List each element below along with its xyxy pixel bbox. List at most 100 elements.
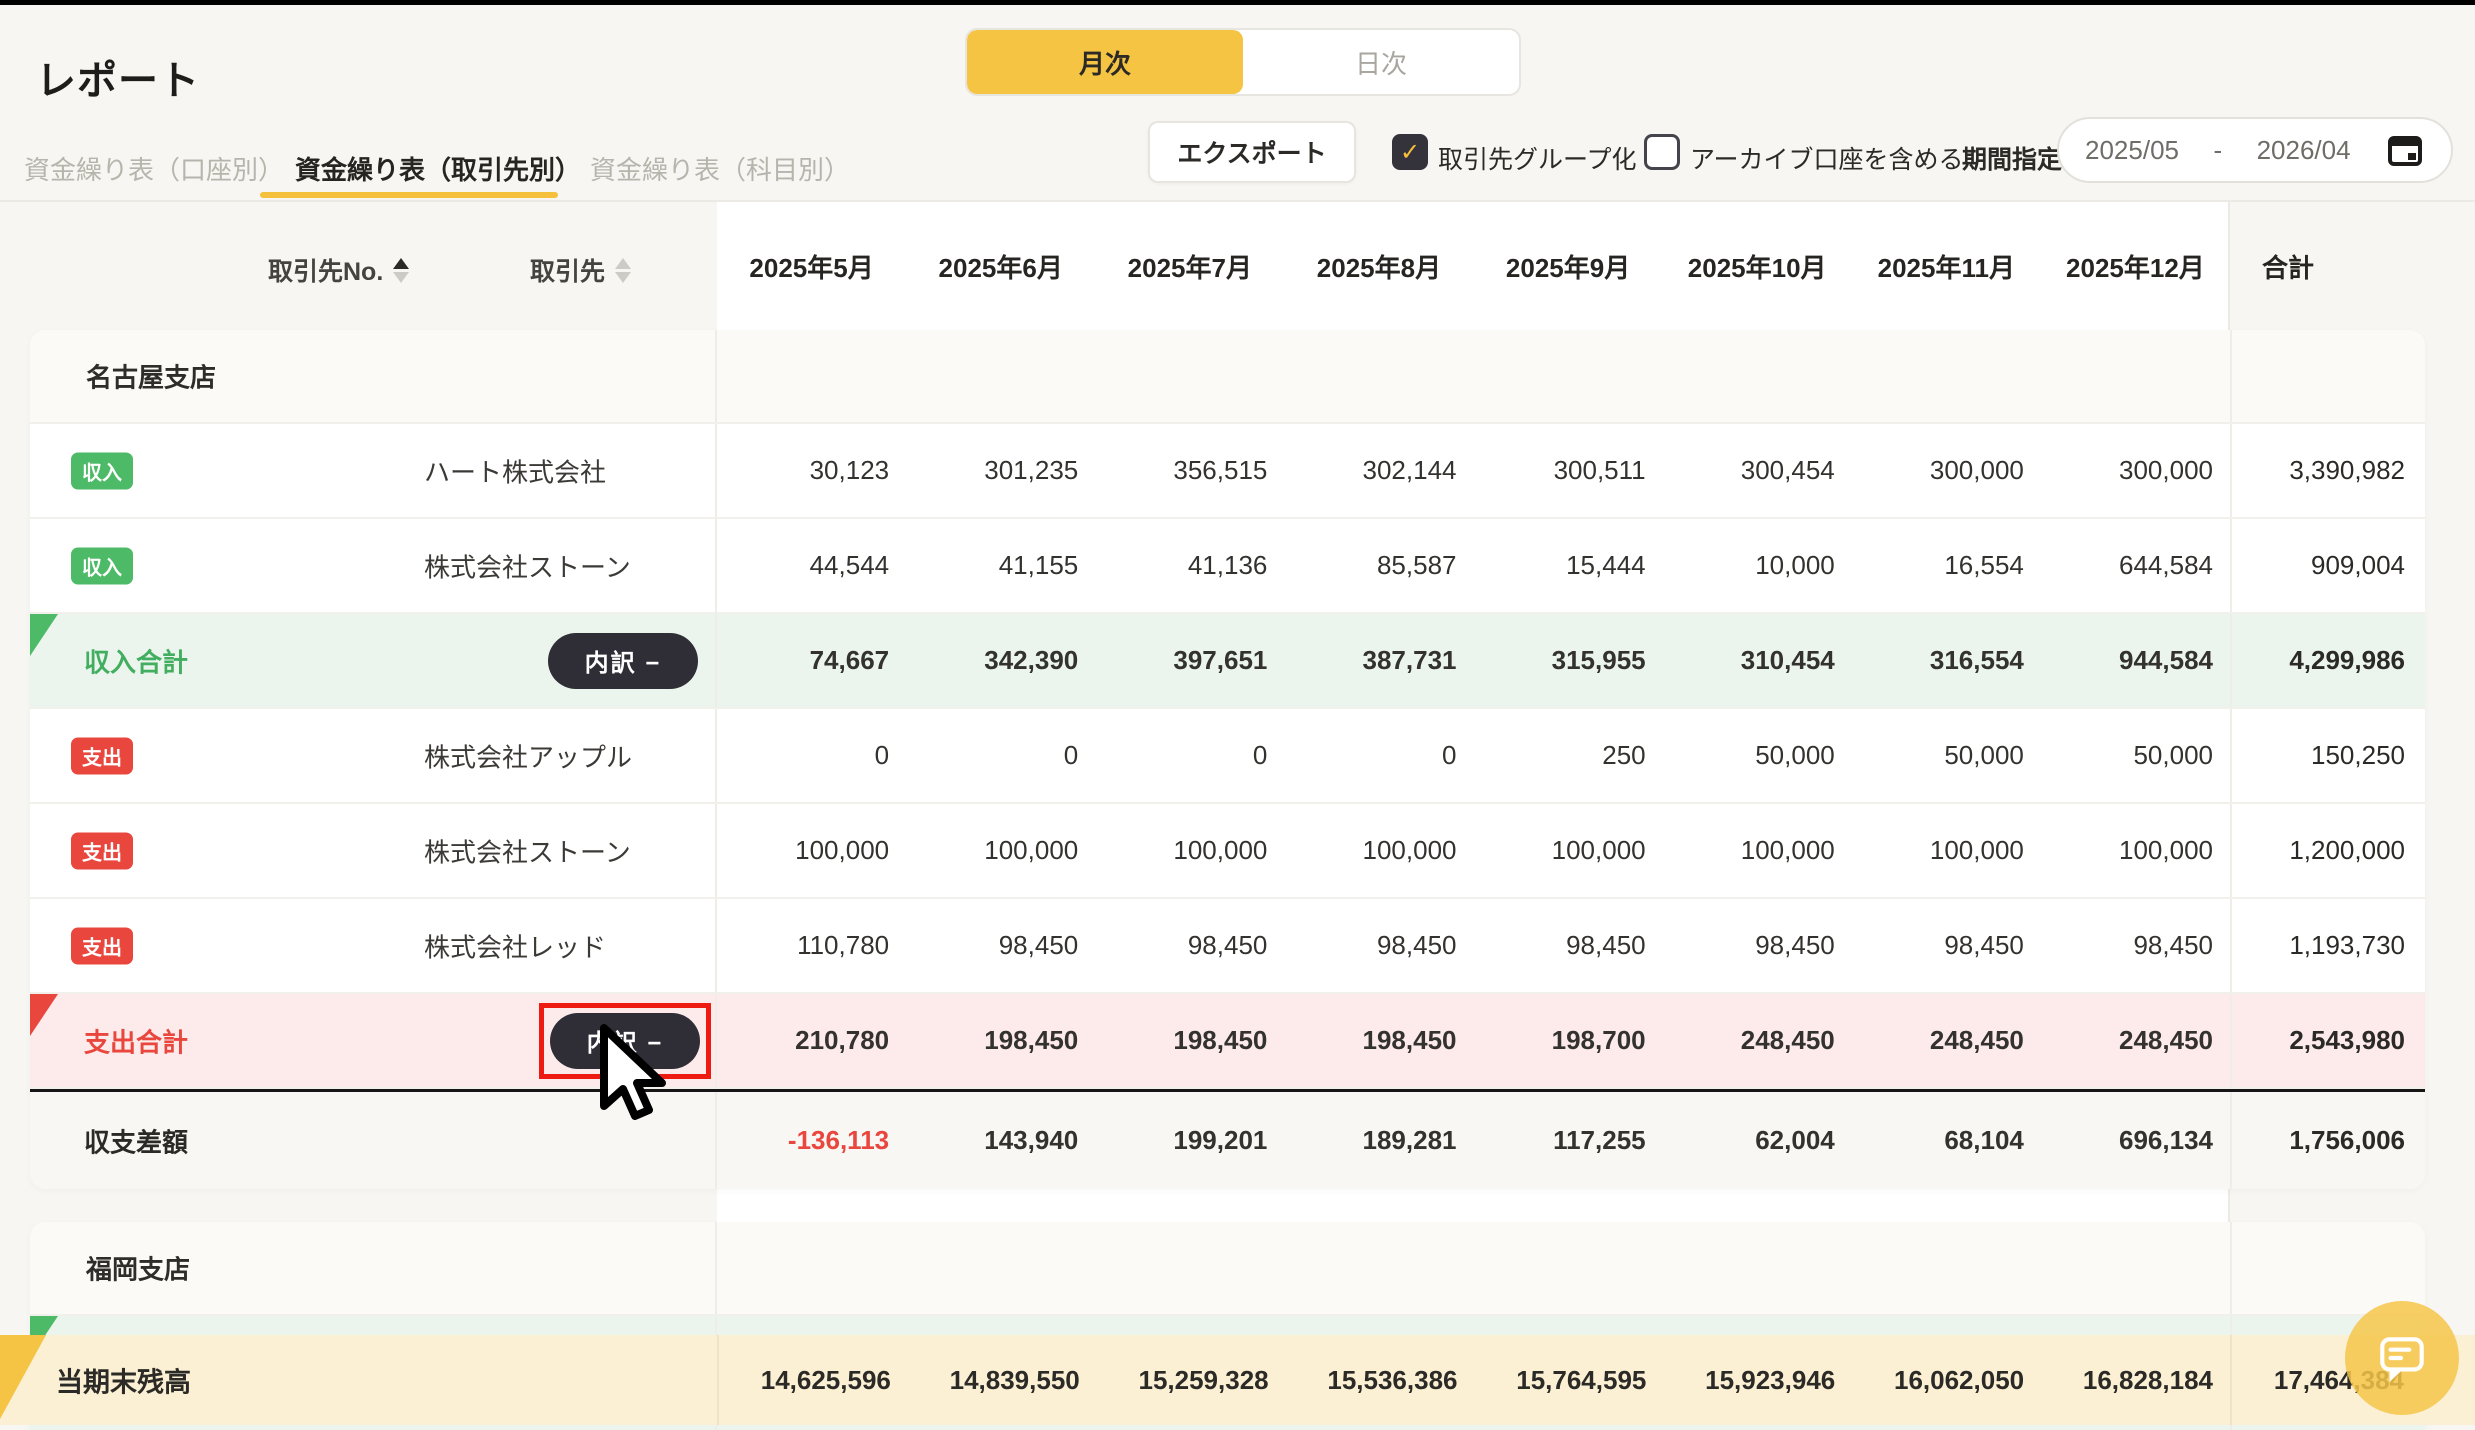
- partner-name: 株式会社ストーン: [424, 547, 631, 584]
- total-value-cell: [2230, 1222, 2425, 1314]
- month-value-cell: 50,000: [2041, 709, 2230, 802]
- include-archived-checkbox[interactable]: [1644, 134, 1680, 170]
- month-value-cell: [1474, 330, 1663, 422]
- month-value-cell: 189,281: [1284, 1092, 1473, 1189]
- row-head: 支出株式会社ストーン: [30, 804, 717, 897]
- row-head: 支出株式会社レッド: [30, 899, 717, 992]
- page-title: レポート: [36, 48, 200, 106]
- month-value-cell: 301,235: [906, 424, 1095, 517]
- month-value-cell: 100,000: [717, 804, 906, 897]
- month-value-cell: 98,450: [2041, 899, 2230, 992]
- table-row: 支出株式会社ストーン100,000100,000100,000100,00010…: [30, 804, 2425, 899]
- month-value-cell: 387,731: [1284, 614, 1473, 707]
- month-value-cell: 100,000: [1852, 804, 2041, 897]
- sort-arrows-icon[interactable]: [615, 258, 631, 283]
- month-value-cell: 110,780: [717, 899, 906, 992]
- total-value-cell: 909,004: [2230, 519, 2425, 612]
- total-value-cell: 3,390,982: [2230, 424, 2425, 517]
- month-value-cell: 100,000: [1095, 804, 1284, 897]
- month-value-cell: 100,000: [1474, 804, 1663, 897]
- column-header-partner-no[interactable]: 取引先No.: [268, 252, 409, 288]
- period-range-input[interactable]: 2025/05 - 2026/04: [2057, 117, 2453, 183]
- row-head: 収入 ハート株式会社: [30, 424, 717, 517]
- month-value-cell: 198,450: [1284, 994, 1473, 1087]
- breakdown-toggle-button[interactable]: 内訳 −: [548, 633, 698, 689]
- month-value-cell: 0: [906, 709, 1095, 802]
- month-value-cell: [717, 330, 906, 422]
- month-value-cell: 199,201: [1095, 1092, 1284, 1189]
- month-value-cell: [1095, 1222, 1284, 1314]
- chat-fab-button[interactable]: [2345, 1301, 2459, 1415]
- month-value-cell: 15,444: [1474, 519, 1663, 612]
- toggle-monthly[interactable]: 月次: [967, 30, 1243, 94]
- table-row: 収入ハート株式会社30,123301,235356,515302,144300,…: [30, 424, 2425, 519]
- branch-group-name: 福岡支店: [86, 1250, 190, 1287]
- month-value-cell: 198,450: [1095, 994, 1284, 1087]
- row-head: 支出株式会社アップル: [30, 709, 717, 802]
- month-value-cell: 74,667: [717, 614, 906, 707]
- month-value-cell: 117,255: [1474, 1092, 1663, 1189]
- month-value-cell: [1284, 330, 1473, 422]
- closing-balance-bar: 当期末残高 14,625,59614,839,55015,259,32815,5…: [0, 1335, 2475, 1425]
- table-row: 収支差額-136,113143,940199,201189,281117,255…: [30, 1089, 2425, 1189]
- month-value-cell: [906, 1222, 1095, 1314]
- month-value-cell: 68,104: [1852, 1092, 2041, 1189]
- toggle-daily[interactable]: 日次: [1243, 30, 1519, 94]
- mouse-cursor: [592, 1022, 684, 1139]
- period-end-value[interactable]: 2026/04: [2257, 135, 2351, 166]
- month-value-cell: 98,450: [1474, 899, 1663, 992]
- month-value-cell: 98,450: [1852, 899, 2041, 992]
- month-value-cell: 143,940: [906, 1092, 1095, 1189]
- tab-cashflow-by-category[interactable]: 資金繰り表（科目別）: [590, 150, 850, 187]
- tab-cashflow-by-account[interactable]: 資金繰り表（口座別）: [24, 150, 284, 187]
- total-value-cell: 4,299,986: [2230, 614, 2425, 707]
- partner-name: ハート株式会社: [424, 452, 606, 489]
- month-value-cell: 248,450: [1663, 994, 1852, 1087]
- tab-cashflow-by-partner[interactable]: 資金繰り表（取引先別）: [295, 150, 581, 187]
- column-header-partner[interactable]: 取引先: [530, 252, 631, 288]
- month-value-cell: 198,450: [906, 994, 1095, 1087]
- closing-balance-cell: 16,062,050: [1852, 1335, 2041, 1425]
- month-value-cell: 316,554: [1852, 614, 2041, 707]
- total-value-cell: 1,756,006: [2230, 1092, 2425, 1189]
- month-header: 2025年6月: [906, 248, 1095, 285]
- income-total-label: 収入合計: [84, 642, 188, 679]
- sort-arrows-icon[interactable]: [393, 258, 409, 283]
- table-row: 支出株式会社アップル000025050,00050,00050,000150,2…: [30, 709, 2425, 804]
- income-badge: 収入: [71, 452, 133, 489]
- month-value-cell: 41,155: [906, 519, 1095, 612]
- month-value-cell: 250: [1474, 709, 1663, 802]
- month-value-cell: [717, 1222, 906, 1314]
- month-value-cell: [1852, 330, 2041, 422]
- window-top-edge: [0, 0, 2475, 5]
- partner-grouping-checkbox[interactable]: ✓: [1392, 134, 1428, 170]
- expense-badge: 支出: [71, 927, 133, 964]
- partner-name: 株式会社ストーン: [424, 832, 631, 869]
- month-value-cell: 342,390: [906, 614, 1095, 707]
- month-header: 2025年9月: [1474, 248, 1663, 285]
- calendar-icon[interactable]: [2385, 130, 2425, 170]
- month-value-cell: 302,144: [1284, 424, 1473, 517]
- month-value-cell: 100,000: [1284, 804, 1473, 897]
- month-value-cell: 100,000: [906, 804, 1095, 897]
- month-value-cell: 300,000: [1852, 424, 2041, 517]
- month-value-cell: 50,000: [1663, 709, 1852, 802]
- checkbox-checked-icon[interactable]: ✓: [1392, 134, 1428, 170]
- month-headers: 2025年5月2025年6月2025年7月2025年8月2025年9月2025年…: [717, 248, 2230, 285]
- month-header: 2025年12月: [2041, 248, 2230, 285]
- month-value-cell: 98,450: [1284, 899, 1473, 992]
- balance-label: 収支差額: [84, 1122, 188, 1159]
- month-header: 2025年11月: [1852, 248, 2041, 285]
- export-button[interactable]: エクスポート: [1148, 121, 1356, 183]
- expense-total-label: 支出合計: [84, 1022, 188, 1059]
- period-start-value[interactable]: 2025/05: [2085, 135, 2179, 166]
- month-value-cell: 41,136: [1095, 519, 1284, 612]
- closing-balance-cell: 15,764,595: [1475, 1335, 1664, 1425]
- period-separator: -: [2213, 135, 2222, 166]
- month-value-cell: [2041, 330, 2230, 422]
- month-value-cell: 98,450: [1663, 899, 1852, 992]
- total-value-cell: [2230, 330, 2425, 422]
- checkbox-unchecked-icon[interactable]: [1644, 134, 1680, 170]
- partner-grouping-label: 取引先グループ化: [1438, 140, 1637, 176]
- month-value-cell: [906, 330, 1095, 422]
